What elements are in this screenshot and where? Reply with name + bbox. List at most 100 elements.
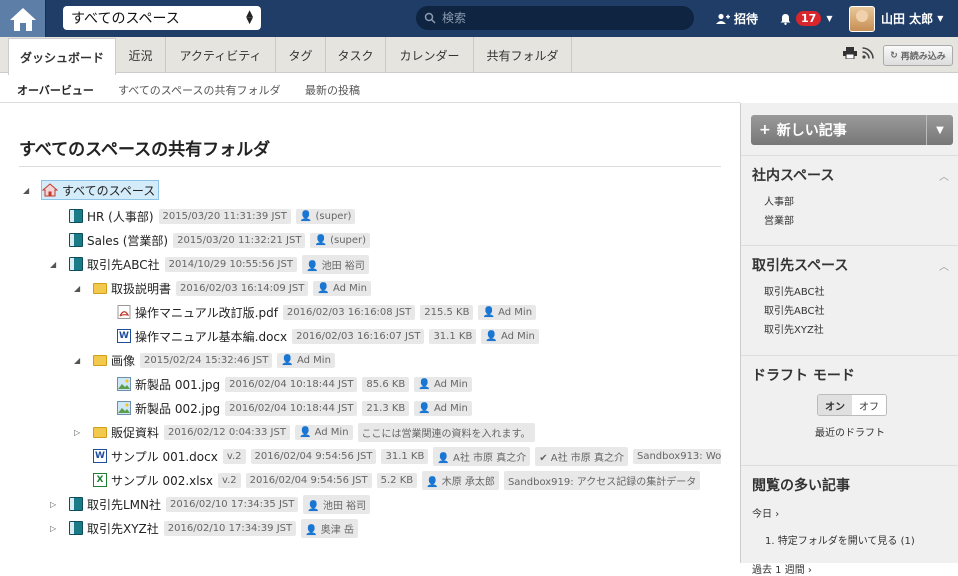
client-space-link[interactable]: 取引先ABC社 <box>764 302 958 317</box>
search-input[interactable] <box>442 11 682 25</box>
folder-icon <box>93 282 107 294</box>
tree-row[interactable]: W サンプル 001.docx v.2 2016/02/04 9:54:56 J… <box>93 446 721 466</box>
collapse-toggle-icon[interactable]: ▷ <box>50 500 56 509</box>
subtab-latest-posts[interactable]: 最新の投稿 <box>305 82 360 98</box>
tree-row-label: 取引先ABC社 <box>87 257 160 272</box>
user-icon: 👤 <box>482 306 499 318</box>
tree-row[interactable]: 取引先XYZ社 2016/02/10 17:34:39 JST 👤 奥津 岳 <box>69 518 358 538</box>
reload-button[interactable]: ↻ 再読み込み <box>883 45 953 66</box>
user-menu[interactable]: 山田 太郎 ▼ <box>849 0 943 37</box>
search-icon <box>424 12 436 24</box>
tab-tasks[interactable]: タスク <box>326 37 386 73</box>
main-tabs: ダッシュボード 近況 アクティビティ タグ タスク カレンダー 共有フォルダ <box>0 37 958 75</box>
tab-activity[interactable]: アクティビティ <box>166 37 276 73</box>
subtab-all-shared-folders[interactable]: すべてのスペースの共有フォルダ <box>118 82 280 98</box>
author-badge: 👤 Ad Min <box>277 352 335 368</box>
tree-row-label: HR (人事部) <box>87 209 154 224</box>
author-badge: 👤 A社 市原 真之介 <box>433 446 531 466</box>
tree-row-label: Sales (営業部) <box>87 233 169 248</box>
space-icon <box>69 209 83 223</box>
draft-on-button[interactable]: オン <box>818 395 852 415</box>
collapse-toggle-icon[interactable]: ▷ <box>74 428 80 437</box>
rss-icon[interactable] <box>862 47 874 59</box>
expand-toggle-icon[interactable]: ◢ <box>23 186 29 195</box>
tree-row[interactable]: W 操作マニュアル基本編.docx 2016/02/03 16:16:07 JS… <box>117 326 539 346</box>
internal-spaces-title: 社内スペース <box>752 168 835 184</box>
file-size-badge: 31.1 KB <box>429 328 477 344</box>
tab-tags[interactable]: タグ <box>276 37 326 73</box>
file-size-badge: 85.6 KB <box>362 376 410 392</box>
tree-row[interactable]: 取引先ABC社 2014/10/29 10:55:56 JST 👤 池田 裕司 <box>69 254 369 274</box>
popular-post-link[interactable]: 1. 特定フォルダを開いて見る (1) <box>765 532 958 547</box>
client-space-link[interactable]: 取引先ABC社 <box>764 283 958 298</box>
tree-row[interactable]: 取扱説明書 2016/02/03 16:14:09 JST 👤 Ad Min <box>93 278 371 298</box>
author-name: Ad Min <box>296 354 331 366</box>
tree-row[interactable]: X サンプル 002.xlsx v.2 2016/02/04 9:54:56 J… <box>93 470 701 490</box>
internal-space-link[interactable]: 人事部 <box>764 193 958 208</box>
sidebar-header-spacer <box>740 73 958 103</box>
reload-label: 再読み込み <box>900 52 946 62</box>
popular-posts-title: 閲覧の多い記事 <box>752 478 850 494</box>
past-week-label: 過去 1 週間 <box>752 565 805 576</box>
notifications-button[interactable]: 17 ▼ <box>780 0 832 37</box>
tree-row-label: 操作マニュアル改訂版.pdf <box>135 305 278 320</box>
tree-row[interactable]: 新製品 001.jpg 2016/02/04 10:18:44 JST 85.6… <box>117 374 472 394</box>
tree-row[interactable]: 新製品 002.jpg 2016/02/04 10:18:44 JST 21.3… <box>117 398 472 418</box>
chevron-right-icon: › <box>807 565 812 576</box>
expand-toggle-icon[interactable]: ◢ <box>74 284 80 293</box>
author-name: 木原 承太郎 <box>441 476 495 488</box>
timestamp-badge: 2016/02/04 10:18:44 JST <box>225 400 358 416</box>
tree-row[interactable]: 操作マニュアル改訂版.pdf 2016/02/03 16:16:08 JST 2… <box>117 302 537 322</box>
collapse-toggle-icon[interactable]: ▷ <box>50 524 56 533</box>
subtab-overview[interactable]: オーバービュー <box>17 82 94 98</box>
user-name: 山田 太郎 <box>881 12 934 26</box>
home-button[interactable] <box>0 0 46 37</box>
refresh-icon: ↻ <box>890 50 898 61</box>
user-icon: 👤 <box>418 402 434 414</box>
collapse-icon[interactable]: ︿ <box>939 168 949 183</box>
tab-calendar[interactable]: カレンダー <box>386 37 474 73</box>
user-icon: 👤 <box>305 260 322 272</box>
chevron-down-icon: ▼ <box>937 14 944 23</box>
new-post-dropdown-button[interactable]: ▼ <box>926 115 953 145</box>
tab-status[interactable]: 近況 <box>116 37 166 73</box>
tab-dashboard[interactable]: ダッシュボード <box>8 38 116 75</box>
tree-row[interactable]: Sales (営業部) 2015/03/20 11:32:21 JST 👤 (s… <box>69 230 371 250</box>
draft-mode-title: ドラフト モード <box>752 368 855 384</box>
tree-row[interactable]: HR (人事部) 2015/03/20 11:31:39 JST 👤 (supe… <box>69 206 356 226</box>
home-icon <box>9 7 36 31</box>
recent-drafts-link[interactable]: 最近のドラフト <box>741 424 958 439</box>
draft-off-button[interactable]: オフ <box>852 395 886 415</box>
author-badge: 👤 木原 承太郎 <box>422 470 499 490</box>
tree-row[interactable]: 画像 2015/02/24 15:32:46 JST 👤 Ad Min <box>93 350 335 370</box>
internal-space-link[interactable]: 営業部 <box>764 212 958 227</box>
expand-toggle-icon[interactable]: ◢ <box>74 356 80 365</box>
user-icon: 👤 <box>314 234 331 246</box>
user-icon: 👤 <box>307 500 323 512</box>
author-name: Ad Min <box>498 306 533 318</box>
tree-row[interactable]: 販促資料 2016/02/12 0:04:33 JST 👤 Ad Min ここに… <box>93 422 535 442</box>
space-icon <box>69 233 83 247</box>
author-name: (super) <box>315 210 352 222</box>
author-name: Ad Min <box>433 378 468 390</box>
tree-row-label: 取扱説明書 <box>111 281 172 296</box>
past-week-heading[interactable]: 過去 1 週間 › <box>752 561 958 576</box>
draft-mode-toggle[interactable]: オン オフ <box>817 394 887 416</box>
print-icon[interactable] <box>843 47 857 59</box>
tree-row[interactable]: 取引先LMN社 2016/02/10 17:34:35 JST 👤 池田 裕司 <box>69 494 371 514</box>
author-badge: 👤 池田 裕司 <box>303 494 371 514</box>
invite-button[interactable]: 招待 <box>716 0 758 37</box>
version-badge: v.2 <box>222 448 246 464</box>
timestamp-badge: 2016/02/04 9:54:56 JST <box>250 448 377 464</box>
client-space-link[interactable]: 取引先XYZ社 <box>764 321 958 336</box>
sandbox-badge: Sandbox913: Wor <box>632 448 721 464</box>
tab-shared-folders[interactable]: 共有フォルダ <box>474 37 572 73</box>
today-heading[interactable]: 今日 › <box>752 505 958 520</box>
tree-root[interactable]: すべてのスペース <box>41 180 160 200</box>
search-box[interactable] <box>416 6 694 30</box>
author-badge: 👤 池田 裕司 <box>301 254 369 274</box>
expand-toggle-icon[interactable]: ◢ <box>50 260 56 269</box>
collapse-icon[interactable]: ︿ <box>939 258 949 273</box>
new-post-button[interactable]: + 新しい記事 ▼ <box>751 115 953 145</box>
space-selector[interactable]: すべてのスペース ▲ ▼ <box>63 6 261 30</box>
